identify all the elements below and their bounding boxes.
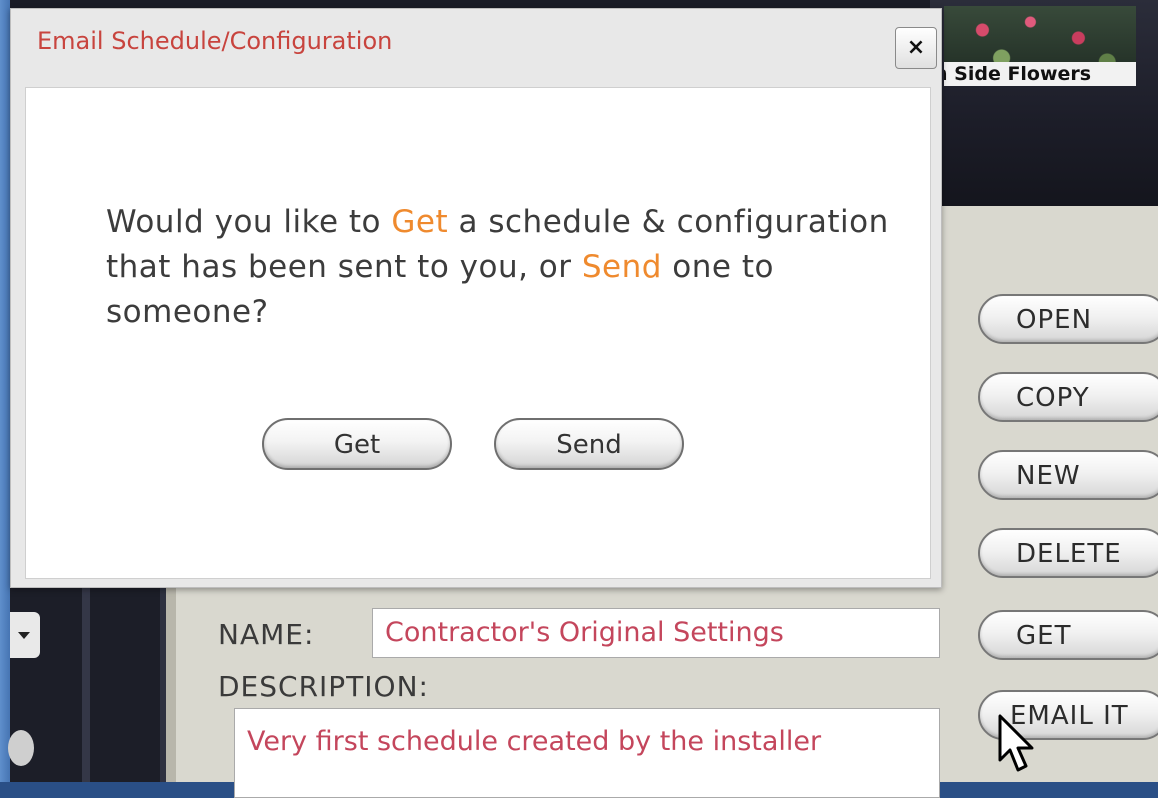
get-button[interactable]: GET [978,610,1158,660]
email-schedule-dialog: Email Schedule/Configuration × Would you… [10,8,942,588]
round-control[interactable] [8,730,34,766]
dialog-send-button[interactable]: Send [494,418,684,470]
left-divider [82,560,90,782]
open-button[interactable]: OPEN [978,294,1158,344]
question-text-1: Would you like to [106,204,392,240]
get-keyword: Get [391,204,449,240]
schedule-thumbnail[interactable]: h Side Flowers [944,6,1136,86]
thumbnail-label: h Side Flowers [944,62,1136,86]
new-button[interactable]: NEW [978,450,1158,500]
delete-button[interactable]: DELETE [978,528,1158,578]
dialog-question: Would you like to Get a schedule & confi… [106,200,906,335]
name-field[interactable]: Contractor's Original Settings [372,608,940,658]
close-button[interactable]: × [895,27,937,69]
copy-button[interactable]: COPY [978,372,1158,422]
dialog-get-button[interactable]: Get [262,418,452,470]
dropdown-toggle[interactable] [10,612,40,658]
mouse-pointer-icon [998,714,1034,772]
name-label: NAME: [218,618,315,651]
send-keyword: Send [581,249,662,285]
dialog-title: Email Schedule/Configuration [37,27,393,55]
description-label: DESCRIPTION: [218,670,429,703]
dialog-body: Would you like to Get a schedule & confi… [25,87,931,579]
description-field[interactable]: Very first schedule created by the insta… [234,708,940,798]
